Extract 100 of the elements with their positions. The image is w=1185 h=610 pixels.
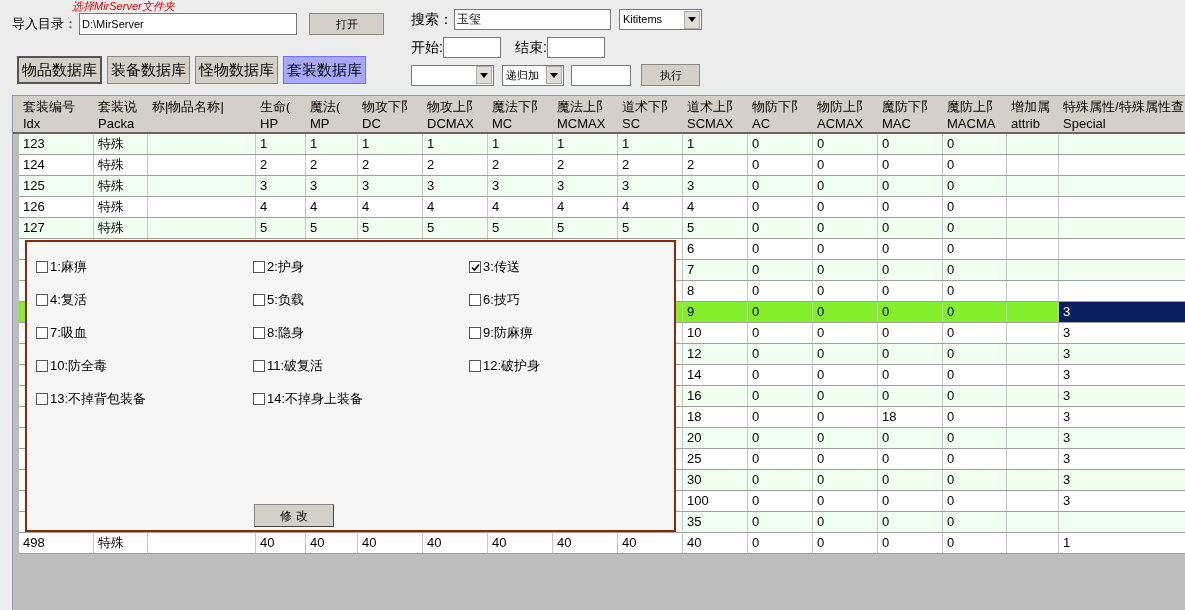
column-header[interactable]: 道术上阝 SCMAX: [683, 96, 748, 132]
mode-dropdown[interactable]: 递归加: [502, 64, 564, 86]
table-row[interactable]: 125 特殊 3 3 3 3 3 3 3 3 0 0 0 0: [19, 176, 1185, 197]
table-cell: 0: [882, 325, 890, 340]
checkbox[interactable]: [36, 360, 48, 372]
column-header[interactable]: 生命( HP: [256, 96, 306, 132]
table-cell: 0: [817, 199, 825, 214]
column-header[interactable]: 套装说 Packa: [94, 96, 148, 132]
table-cell: 0: [882, 136, 890, 151]
end-field[interactable]: [546, 37, 605, 58]
checkbox[interactable]: [253, 294, 265, 306]
dropdown-arrow-button[interactable]: [684, 10, 700, 29]
table-cell: 127: [23, 220, 45, 235]
option-label: 6:技巧: [483, 291, 520, 310]
checkbox[interactable]: [469, 261, 481, 273]
start-field[interactable]: [442, 37, 501, 58]
table-cell: 0: [947, 367, 955, 382]
table-cell: 0: [882, 514, 890, 529]
column-header[interactable]: 道术下阝 SC: [618, 96, 683, 132]
database-tab[interactable]: 物品数据库: [17, 56, 102, 84]
table-cell: 30: [687, 472, 702, 487]
execute-button[interactable]: 执行: [641, 64, 700, 86]
table-cell: 0: [817, 493, 825, 508]
open-button[interactable]: 打开: [309, 13, 384, 35]
column-header[interactable]: 魔防下阝 MAC: [878, 96, 943, 132]
database-tab[interactable]: 装备数据库: [107, 56, 190, 84]
dropdown-arrow-button[interactable]: [546, 66, 562, 84]
column-header[interactable]: 物防上阝 ACMAX: [813, 96, 878, 132]
table-row[interactable]: 124 特殊 2 2 2 2 2 2 2 2 0 0 0 0: [19, 155, 1185, 176]
checkbox[interactable]: [469, 360, 481, 372]
table-cell: 40: [622, 535, 637, 550]
column-header[interactable]: 物攻下阝 DC: [358, 96, 423, 132]
database-tab[interactable]: 怪物数据库: [195, 56, 278, 84]
table-cell: 5: [260, 220, 268, 235]
option-label: 2:护身: [267, 258, 304, 277]
table-cell: 0: [882, 220, 890, 235]
column-header[interactable]: 魔法上阝 MCMAX: [553, 96, 618, 132]
table-row[interactable]: 127 特殊 5 5 5 5 5 5 5 5 0 0 0 0: [19, 218, 1185, 239]
column-header[interactable]: 称|物品名称|: [148, 96, 256, 132]
column-header[interactable]: 魔法下阝 MC: [488, 96, 553, 132]
table-cell: 5: [622, 220, 630, 235]
path-field[interactable]: D:\MirServer: [79, 13, 297, 35]
table-cell: 0: [752, 472, 760, 487]
table-cell: 0: [752, 157, 760, 172]
table-cell: 5: [492, 220, 500, 235]
checkbox[interactable]: [253, 327, 265, 339]
checkbox[interactable]: [253, 261, 265, 273]
option-label: 12:破护身: [483, 357, 541, 376]
checkbox[interactable]: [469, 294, 481, 306]
column-header[interactable]: 增加属 attrib: [1007, 96, 1059, 132]
table-cell: 0: [947, 283, 955, 298]
checkbox[interactable]: [36, 393, 48, 405]
option-label: 5:负载: [267, 291, 304, 310]
table-row[interactable]: 126 特殊 4 4 4 4 4 4 4 4 0 0 0 0: [19, 197, 1185, 218]
table-cell: 25: [687, 451, 702, 466]
table-cell: 0: [817, 346, 825, 361]
search-field[interactable]: 玉玺: [454, 9, 611, 30]
table-cell: 2: [492, 157, 500, 172]
table-cell: 4: [310, 199, 318, 214]
column-header[interactable]: 特殊属性/特殊属性查 Special: [1059, 96, 1185, 132]
table-row[interactable]: 498 特殊 40 40 40 40 40 40 40 40 0 0 0 0 1: [19, 533, 1185, 554]
dropdown-arrow-button[interactable]: [476, 66, 492, 84]
value-field[interactable]: [571, 64, 631, 86]
checkbox[interactable]: [36, 261, 48, 273]
column-header[interactable]: 物防下阝 AC: [748, 96, 813, 132]
checkbox[interactable]: [253, 360, 265, 372]
field-dropdown[interactable]: [411, 64, 494, 86]
column-header[interactable]: 魔防上阝 MACMA: [943, 96, 1007, 132]
table-cell: 16: [687, 388, 702, 403]
table-cell: 3: [1063, 325, 1071, 340]
table-row[interactable]: 123 特殊 1 1 1 1 1 1 1 1 0 0 0 0: [19, 134, 1185, 155]
table-cell: 3: [1063, 493, 1071, 508]
table-cell: 0: [947, 241, 955, 256]
table-cell: 0: [882, 283, 890, 298]
modify-button[interactable]: 修 改: [254, 504, 334, 527]
table-cell: 0: [752, 220, 760, 235]
table-cell: 0: [947, 535, 955, 550]
table-cell: 4: [427, 199, 435, 214]
checkbox[interactable]: [253, 393, 265, 405]
table-cell: 4: [260, 199, 268, 214]
table-cell: 0: [817, 157, 825, 172]
table-cell: 2: [557, 157, 565, 172]
database-tab[interactable]: 套装数据库: [283, 56, 366, 84]
column-header[interactable]: 物攻上阝 DCMAX: [423, 96, 488, 132]
table-cell: 5: [310, 220, 318, 235]
table-cell: 0: [752, 241, 760, 256]
table-cell: 0: [752, 430, 760, 445]
table-cell: 0: [882, 535, 890, 550]
checkbox[interactable]: [36, 327, 48, 339]
table-cell: 3: [1063, 472, 1071, 487]
table-cell: 40: [362, 535, 377, 550]
table-cell: 0: [882, 430, 890, 445]
table-cell: 0: [752, 325, 760, 340]
checkbox[interactable]: [469, 327, 481, 339]
table-cell: 3: [1063, 451, 1071, 466]
table-dropdown[interactable]: Kititems: [619, 9, 702, 30]
table-cell: 0: [947, 493, 955, 508]
column-header[interactable]: 魔法( MP: [306, 96, 358, 132]
checkbox[interactable]: [36, 294, 48, 306]
column-header[interactable]: 套装编号 Idx: [19, 96, 94, 132]
